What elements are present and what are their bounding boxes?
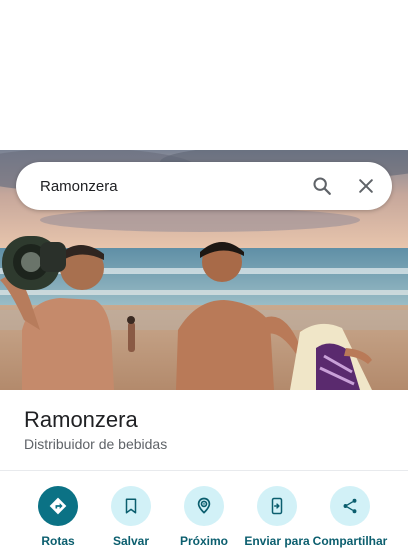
bookmark-icon — [125, 498, 137, 514]
close-icon — [359, 179, 373, 193]
share-label: Compartilhar — [312, 534, 388, 548]
nearby-button[interactable]: Próximo — [166, 486, 242, 548]
send-to-phone-label: Enviar para — [244, 534, 310, 548]
map-area — [0, 0, 408, 150]
divider — [0, 470, 408, 471]
nearby-label: Próximo — [179, 534, 228, 548]
clear-button[interactable] — [348, 168, 384, 204]
share-button[interactable]: Compartilhar — [312, 486, 388, 548]
save-button[interactable]: Salvar — [93, 486, 169, 548]
share-icon — [343, 498, 357, 514]
search-button[interactable] — [304, 168, 340, 204]
search-input[interactable]: Ramonzera — [40, 178, 304, 195]
save-label: Salvar — [112, 534, 150, 548]
search-icon — [313, 177, 331, 195]
action-bar: Rotas Salvar Próximo Enviar para Compart… — [0, 486, 408, 548]
search-bar[interactable]: Ramonzera — [16, 162, 392, 210]
place-info: Ramonzera Distribuidor de bebidas — [24, 406, 167, 452]
nearby-icon — [197, 497, 211, 514]
directions-button[interactable]: Rotas — [20, 486, 96, 548]
send-to-phone-icon — [271, 497, 283, 515]
directions-icon — [49, 497, 67, 515]
send-to-phone-button[interactable]: Enviar para — [239, 486, 315, 548]
place-category: Distribuidor de bebidas — [24, 436, 168, 452]
place-title: Ramonzera — [24, 407, 138, 432]
directions-label: Rotas — [41, 534, 75, 548]
